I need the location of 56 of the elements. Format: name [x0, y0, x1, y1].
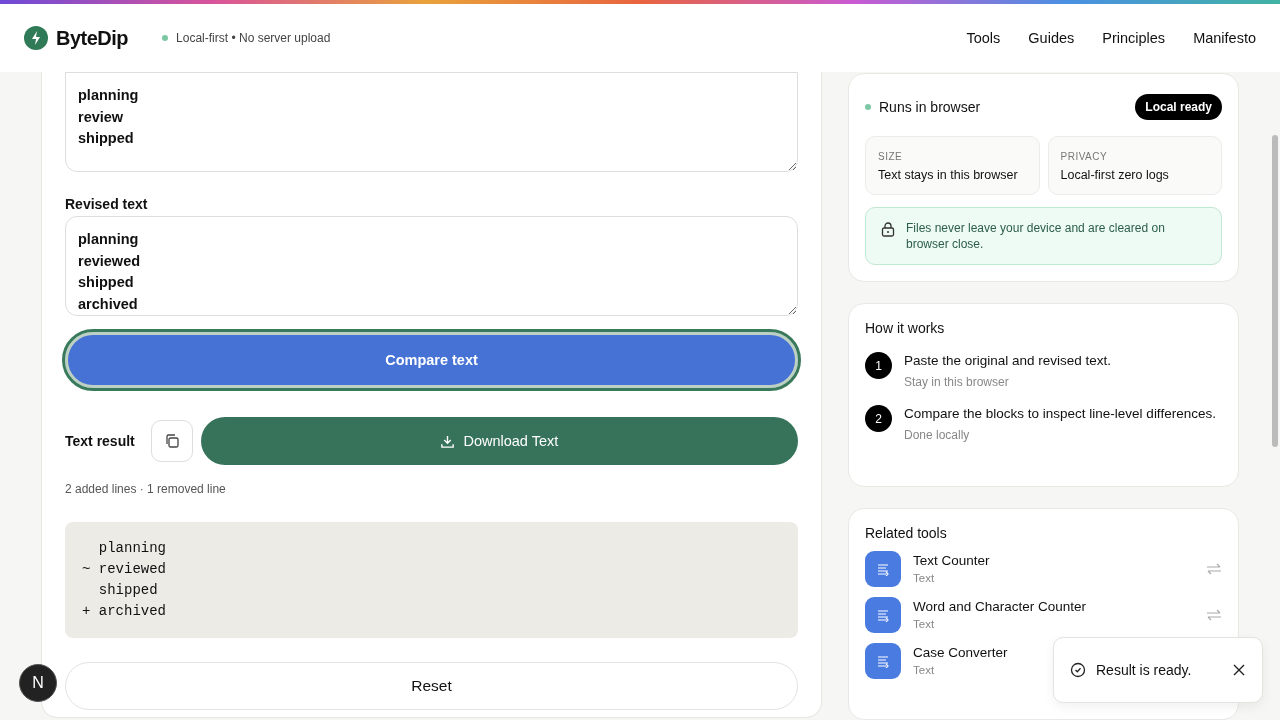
compare-button[interactable]: Compare text	[65, 332, 798, 388]
swap-arrows-icon[interactable]	[1206, 608, 1222, 621]
nav-link[interactable]: Principles	[1102, 30, 1166, 46]
step-text: Paste the original and revised text.	[904, 352, 1112, 370]
diff-line: shipped	[97, 581, 159, 600]
copy-icon	[163, 433, 180, 449]
text-lines-icon	[865, 550, 901, 587]
diff-line: + archived	[82, 602, 167, 621]
tagline: Local-first • No server upload	[176, 31, 331, 45]
step-number: 2	[865, 405, 892, 432]
field-label: Revised text	[65, 196, 149, 212]
tool-category: Text	[913, 664, 936, 677]
tool-link[interactable]: Case Converter	[913, 645, 1008, 661]
status-text: Runs in browser	[879, 99, 981, 115]
step-note: Stay in this browser	[904, 375, 1010, 389]
copy-button[interactable]	[150, 420, 193, 462]
tool-category: Text	[913, 618, 936, 631]
tile-value: Local-first zero logs	[1060, 168, 1170, 182]
tile-value: Text stays in this browser	[878, 168, 1019, 182]
step-number: 1	[865, 352, 892, 379]
brand-name[interactable]: ByteDip	[56, 26, 129, 50]
nav-link[interactable]: Manifesto	[1193, 30, 1256, 46]
card-title: Related tools	[865, 524, 948, 541]
status-badge: Local ready	[1135, 94, 1222, 120]
text-lines-icon	[865, 596, 901, 633]
result-label: Text result	[65, 433, 135, 449]
toast-message: Result is ready.	[1096, 662, 1192, 678]
status-dot-icon	[162, 35, 169, 41]
check-circle-icon	[1070, 662, 1086, 678]
diff-summary: 2 added lines · 1 removed line	[65, 482, 227, 496]
step-text: Compare the blocks to inspect line-level differences.	[904, 405, 1216, 423]
tile-label: PRIVACY	[1060, 151, 1109, 162]
lock-icon	[880, 221, 896, 237]
nav-link[interactable]: Tools	[966, 30, 1001, 46]
tool-category: Text	[913, 572, 936, 585]
tile-label: SIZE	[878, 151, 904, 162]
download-icon	[440, 433, 456, 449]
card-title: How it works	[865, 320, 946, 336]
diff-line: ~ reviewed	[82, 560, 167, 579]
text-lines-icon	[865, 642, 901, 679]
download-button[interactable]: Download Text	[200, 417, 798, 465]
tool-link[interactable]: Word and Character Counter	[913, 599, 1087, 615]
swap-arrows-icon[interactable]	[1206, 562, 1222, 575]
notice-text: Files never leave your device and are cleared on browser close.	[906, 220, 1166, 252]
dev-tools-badge[interactable]: N	[19, 664, 57, 702]
scrollbar-thumb[interactable]	[1272, 135, 1278, 447]
step-note: Done locally	[904, 428, 971, 442]
tool-link[interactable]: Text Counter	[913, 553, 990, 569]
close-icon[interactable]	[1232, 663, 1246, 677]
reset-button[interactable]: Reset	[65, 662, 798, 710]
diff-line: planning	[97, 539, 167, 558]
original-text-field[interactable]: planning review shipped	[65, 72, 798, 172]
lightning-logo-icon	[24, 26, 48, 50]
status-dot-icon	[865, 104, 871, 110]
revised-text-field[interactable]: planning reviewed shipped archived	[65, 216, 798, 316]
nav-link[interactable]: Guides	[1028, 30, 1075, 46]
